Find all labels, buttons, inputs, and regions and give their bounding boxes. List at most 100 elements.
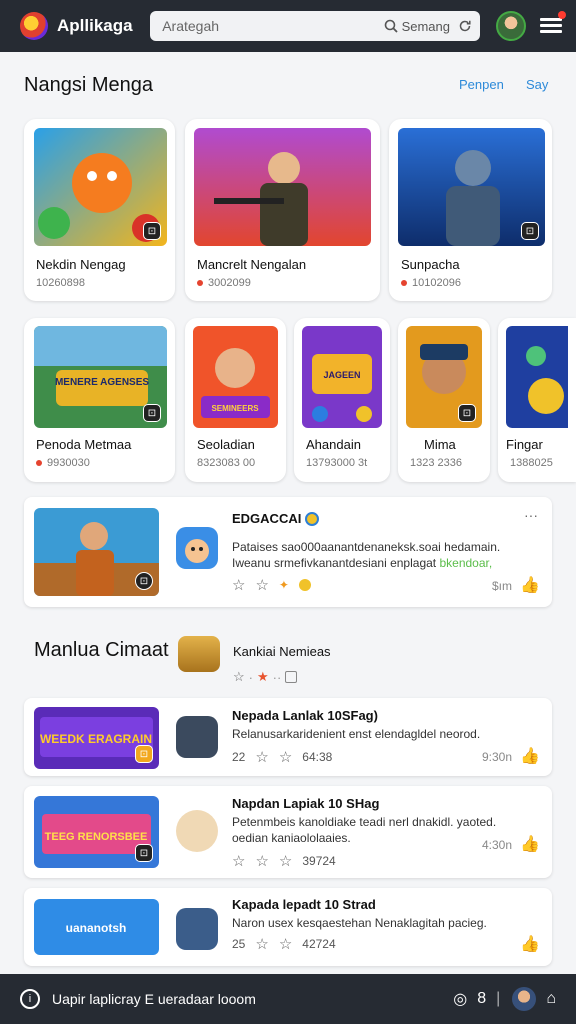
game-thumbnail: MENERE AGENSES ⊡	[34, 326, 167, 428]
game-thumbnail	[506, 326, 568, 428]
live-dot	[36, 460, 42, 466]
star-icon[interactable]: ☆	[279, 748, 292, 766]
footer-count: 8	[477, 990, 487, 1007]
game-meta: 13793000 3t	[306, 457, 368, 469]
game-thumbnail: SEMINEERS	[193, 326, 278, 428]
item-title: Kapada lepadt 10 Strad	[232, 897, 376, 912]
search-bar[interactable]: Arategah Semang	[150, 11, 480, 41]
game-meta: 1323 2336	[410, 457, 462, 469]
promo-thumbnail: ⊡	[34, 508, 159, 596]
like-icon[interactable]: 👍	[520, 934, 540, 954]
game-name: Ahandain	[306, 437, 361, 452]
search-button-label: Semang	[401, 18, 450, 34]
list-section-subtitle: Kankiai Nemieas	[233, 644, 331, 659]
featured-card[interactable]: JAGEEN Ahandain 13793000 3t	[294, 318, 390, 482]
info-icon[interactable]: i	[20, 989, 40, 1009]
item-stats: ☆ ☆ ☆ 39724	[232, 852, 336, 870]
game-name: Mima	[424, 437, 456, 452]
list-item[interactable]: WEEDK ERAGRAIN ⊡ Nepada Lanlak 10SFag) R…	[24, 698, 552, 776]
featured-card[interactable]: ⊡ Sunpacha 10102096	[389, 119, 552, 301]
featured-card[interactable]: Mancrelt Nengalan 3002099	[185, 119, 380, 301]
star-icon[interactable]: ☆	[233, 669, 245, 685]
footer-avatar[interactable]	[512, 987, 537, 1011]
platform-badge: ⊡	[135, 844, 153, 862]
filter-rating[interactable]: ☆ · ★ ··	[233, 669, 298, 685]
user-avatar[interactable]	[496, 11, 526, 41]
star-icon[interactable]: ☆	[255, 935, 268, 953]
game-meta: 9930030	[36, 457, 90, 469]
promo-title: EDGACCAI	[232, 511, 320, 526]
checkbox[interactable]	[285, 671, 298, 683]
featured-card[interactable]: Fingar 1388025	[498, 318, 576, 482]
app-logo-icon[interactable]	[20, 12, 48, 40]
refresh-icon[interactable]	[458, 19, 472, 33]
featured-card[interactable]: MENERE AGENSES ⊡ Penoda Metmaa 9930030	[24, 318, 175, 482]
promo-time: $ım	[491, 579, 512, 593]
game-name: Fingar	[506, 437, 543, 452]
like-icon[interactable]: 👍	[520, 834, 540, 854]
game-meta: 3002099	[197, 277, 251, 289]
svg-text:MENERE AGENSES: MENERE AGENSES	[55, 377, 149, 388]
star-icon[interactable]: ☆	[279, 935, 292, 953]
game-thumbnail: ⊡	[398, 128, 545, 246]
game-thumbnail	[194, 128, 371, 246]
item-description: Naron usex kesqaestehan Nenaklagitah pac…	[232, 916, 487, 930]
featured-card[interactable]: ⊡ Mima 1323 2336	[398, 318, 490, 482]
link-say[interactable]: Say	[526, 77, 548, 92]
star-icon[interactable]: ☆	[255, 852, 268, 870]
search-button[interactable]: Semang	[384, 19, 472, 34]
like-icon[interactable]: 👍	[520, 746, 540, 766]
game-thumbnail: uananotsh	[34, 899, 159, 955]
reward-icon: ✦	[278, 578, 289, 592]
item-time: 4:30n	[481, 838, 512, 852]
star-icon[interactable]: ☆	[232, 576, 245, 594]
list-item[interactable]: TEEG RENORSBEE ⊡ Napdan Lapiak 10 SHag P…	[24, 786, 552, 878]
star-icon[interactable]: ☆	[279, 852, 292, 870]
platform-badge: ⊡	[143, 404, 161, 422]
item-stats: 25 ☆ ☆ 42724	[232, 935, 336, 953]
game-thumbnail: ⊡	[34, 128, 167, 246]
star-icon[interactable]: ☆	[232, 852, 245, 870]
game-thumbnail: TEEG RENORSBEE ⊡	[34, 796, 159, 868]
svg-text:uananotsh: uananotsh	[66, 921, 127, 935]
more-options-icon[interactable]: ···	[524, 507, 538, 523]
item-title: Napdan Lapiak 10 SHag	[232, 796, 380, 811]
notification-dot	[558, 11, 566, 19]
divider: |	[496, 990, 501, 1007]
svg-text:WEEDK ERAGRAIN: WEEDK ERAGRAIN	[40, 732, 152, 746]
game-name: Sunpacha	[401, 257, 460, 272]
svg-text:JAGEEN: JAGEEN	[323, 370, 360, 380]
star-icon[interactable]: ☆	[255, 576, 268, 594]
item-description: Relanusarkaridenient enst elendagldel ne…	[232, 727, 481, 741]
profile-icon[interactable]: ⌂	[546, 990, 556, 1008]
game-meta: 10260898	[36, 277, 85, 289]
star-filled-icon[interactable]: ★	[257, 669, 269, 685]
game-thumbnail: ⊡	[406, 326, 482, 428]
item-stats: 22 ☆ ☆ 64:38	[232, 748, 333, 766]
list-item[interactable]: uananotsh Kapada lepadt 10 Strad Naron u…	[24, 888, 552, 966]
svg-text:SEMINEERS: SEMINEERS	[211, 404, 259, 413]
star-icon[interactable]: ☆	[255, 748, 268, 766]
live-dot	[401, 280, 407, 286]
game-name: Seoladian	[197, 437, 255, 452]
featured-card[interactable]: ⊡ Nekdin Nengag 10260898	[24, 119, 175, 301]
footer-text: Uapir laplicray E ueradaar looom	[52, 991, 256, 1007]
like-icon[interactable]: 👍	[520, 575, 540, 595]
category-icon	[178, 636, 220, 672]
app-icon	[176, 527, 218, 569]
app-icon	[176, 716, 218, 758]
game-name: Penoda Metmaa	[36, 437, 132, 452]
link-penpen[interactable]: Penpen	[459, 77, 504, 92]
app-title: Apllikaga	[57, 16, 133, 35]
chat-icon[interactable]: ◎	[453, 989, 467, 1009]
menu-icon[interactable]	[540, 11, 566, 37]
top-bar: Apllikaga Arategah Semang	[0, 0, 576, 52]
app-icon	[176, 810, 218, 852]
game-thumbnail: WEEDK ERAGRAIN ⊡	[34, 707, 159, 769]
platform-badge: ⊡	[458, 404, 476, 422]
promo-card[interactable]: ⊡ EDGACCAI Pataises sao000aanantdenaneks…	[24, 497, 552, 607]
search-input[interactable]: Arategah	[162, 18, 383, 34]
bottom-bar: i Uapir laplicray E ueradaar looom ◎ 8 |…	[0, 974, 576, 1024]
featured-card[interactable]: SEMINEERS Seoladian 8323083 00	[185, 318, 286, 482]
game-meta: 8323083 00	[197, 457, 256, 469]
